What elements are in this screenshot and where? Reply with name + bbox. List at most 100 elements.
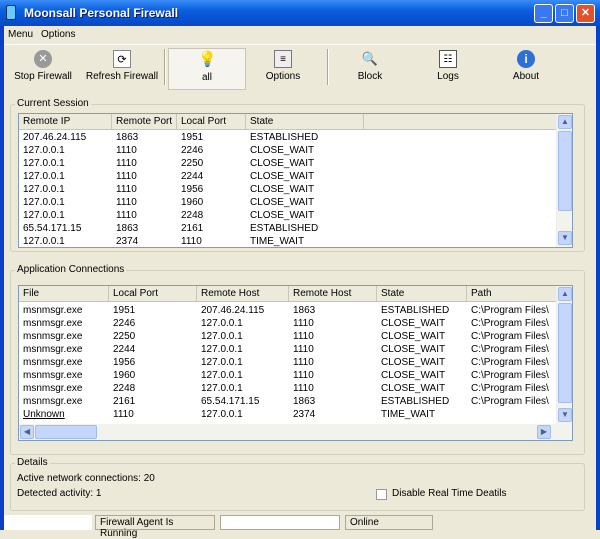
about-button[interactable]: i About xyxy=(506,48,546,90)
column-header[interactable]: Path xyxy=(467,286,557,302)
options-button[interactable]: ≡ Options xyxy=(254,48,312,90)
stop-firewall-button[interactable]: ✕ Stop Firewall xyxy=(8,48,78,90)
table-cell: CLOSE_WAIT xyxy=(250,171,315,182)
table-cell: CLOSE_WAIT xyxy=(250,210,315,221)
table-row[interactable]: 127.0.0.1 1110 1960 CLOSE_WAIT xyxy=(19,197,555,210)
table-cell: C:\Program Files\ xyxy=(471,305,549,316)
table-cell: CLOSE_WAIT xyxy=(381,344,446,355)
toolbar: ✕ Stop Firewall ⟳ Refresh Firewall 💡 all ≡ O… xyxy=(4,44,596,90)
column-header[interactable] xyxy=(364,114,557,130)
table-cell: 1110 xyxy=(293,383,314,394)
table-row[interactable]: msnmsgr.exe 2161 65.54.171.15 1863 ESTABLISH… xyxy=(19,396,555,409)
table-row[interactable]: 65.54.171.15 1863 2161 ESTABLISHED xyxy=(19,223,555,236)
lightbulb-icon: 💡 xyxy=(198,51,217,68)
table-cell: 1863 xyxy=(293,305,316,316)
maximize-button[interactable]: □ xyxy=(555,4,574,23)
column-header[interactable]: State xyxy=(377,286,467,302)
table-cell: TIME_WAIT xyxy=(250,236,305,247)
table-cell: 1110 xyxy=(293,344,314,355)
table-cell: 1110 xyxy=(293,370,314,381)
vertical-scrollbar[interactable]: ▲ ▼ xyxy=(556,114,572,247)
block-button[interactable]: 🔍 Block xyxy=(348,48,392,90)
table-row[interactable]: 127.0.0.1 2374 1110 TIME_WAIT xyxy=(19,236,555,247)
table-row[interactable]: 127.0.0.1 1110 1956 CLOSE_WAIT xyxy=(19,184,555,197)
table-cell: 2161 xyxy=(181,223,204,234)
disable-realtime-checkbox[interactable] xyxy=(376,489,387,500)
table-row[interactable]: 127.0.0.1 1110 2246 CLOSE_WAIT xyxy=(19,145,555,158)
table-cell: msnmsgr.exe xyxy=(23,305,83,316)
current-session-list[interactable]: Remote IP Remote Port Local Port State 207.… xyxy=(18,113,573,248)
scroll-up-button[interactable]: ▲ xyxy=(558,115,572,129)
column-header[interactable]: Remote Host xyxy=(289,286,377,302)
table-row[interactable]: 127.0.0.1 1110 2244 CLOSE_WAIT xyxy=(19,171,555,184)
table-row[interactable]: 207.46.24.115 1863 1951 ESTABLISHED xyxy=(19,132,555,145)
table-row[interactable]: msnmsgr.exe 2244 127.0.0.1 1110 CLOSE_WAIT C:… xyxy=(19,344,555,357)
table-cell: CLOSE_WAIT xyxy=(381,318,446,329)
table-cell: 127.0.0.1 xyxy=(23,145,65,156)
table-row[interactable]: msnmsgr.exe 2246 127.0.0.1 1110 CLOSE_WAIT C:… xyxy=(19,318,555,331)
table-cell: 65.54.171.15 xyxy=(201,396,260,407)
status-panel-blank xyxy=(4,515,92,530)
table-cell: ESTABLISHED xyxy=(381,305,450,316)
scroll-right-button[interactable]: ▶ xyxy=(537,425,551,439)
scroll-down-button[interactable]: ▼ xyxy=(558,408,572,422)
table-cell: 127.0.0.1 xyxy=(23,158,65,169)
table-cell: 1110 xyxy=(116,210,137,221)
scroll-thumb[interactable] xyxy=(558,131,572,211)
table-row[interactable]: 127.0.0.1 1110 2250 CLOSE_WAIT xyxy=(19,158,555,171)
column-header[interactable]: Remote IP xyxy=(19,114,112,130)
table-cell: 2161 xyxy=(113,396,136,407)
column-header[interactable]: Local Port xyxy=(109,286,197,302)
column-header[interactable]: Remote Port xyxy=(112,114,177,130)
table-cell: C:\Program Files\ xyxy=(471,370,549,381)
table-cell: ESTABLISHED xyxy=(250,223,319,234)
logs-button[interactable]: ☷ Logs xyxy=(428,48,468,90)
table-row[interactable]: Unknown 1110 127.0.0.1 2374 TIME_WAIT xyxy=(19,409,555,422)
column-header[interactable]: Remote Host xyxy=(197,286,289,302)
table-cell: 2374 xyxy=(293,409,316,420)
table-cell: 127.0.0.1 xyxy=(23,184,65,195)
status-agent: Firewall Agent Is Running xyxy=(95,515,215,539)
table-row[interactable]: msnmsgr.exe 1956 127.0.0.1 1110 CLOSE_WAIT C:… xyxy=(19,357,555,370)
refresh-firewall-button[interactable]: ⟳ Refresh Firewall xyxy=(82,48,162,90)
close-button[interactable]: ✕ xyxy=(576,4,595,23)
table-cell: 1110 xyxy=(116,171,137,182)
hscroll-thumb[interactable] xyxy=(35,425,97,439)
horizontal-scrollbar[interactable]: ◀ ▶ xyxy=(19,424,572,440)
column-header[interactable]: State xyxy=(246,114,364,130)
table-cell: 127.0.0.1 xyxy=(201,409,243,420)
all-button[interactable]: 💡 all xyxy=(168,48,246,90)
application-connections-list[interactable]: File Local Port Remote Host Remote Host Stat… xyxy=(18,285,573,441)
title-bar: Moonsall Personal Firewall _ □ ✕ xyxy=(0,0,600,26)
vertical-scrollbar[interactable]: ▲ ▼ xyxy=(556,286,572,424)
column-header[interactable]: Local Port xyxy=(177,114,246,130)
table-cell: 2244 xyxy=(181,171,204,182)
table-cell: CLOSE_WAIT xyxy=(250,197,315,208)
table-row[interactable]: 127.0.0.1 1110 2248 CLOSE_WAIT xyxy=(19,210,555,223)
minimize-button[interactable]: _ xyxy=(534,4,553,23)
table-row[interactable]: msnmsgr.exe 2248 127.0.0.1 1110 CLOSE_WAIT C:… xyxy=(19,383,555,396)
list-header: Remote IP Remote Port Local Port State xyxy=(19,114,557,130)
menu-options[interactable]: Options xyxy=(37,26,79,43)
table-row[interactable]: msnmsgr.exe 1960 127.0.0.1 1110 CLOSE_WAIT C:… xyxy=(19,370,555,383)
table-cell: 127.0.0.1 xyxy=(201,331,243,342)
table-cell: 1110 xyxy=(293,357,314,368)
menu-menu[interactable]: Menu xyxy=(4,26,37,43)
table-cell: Unknown xyxy=(23,409,65,420)
table-cell: 1956 xyxy=(181,184,204,195)
scroll-up-button[interactable]: ▲ xyxy=(558,287,572,301)
toolbar-separator xyxy=(164,49,166,85)
column-header[interactable]: File xyxy=(19,286,109,302)
scroll-thumb[interactable] xyxy=(558,303,572,403)
scroll-left-button[interactable]: ◀ xyxy=(20,425,34,439)
scroll-down-button[interactable]: ▼ xyxy=(558,231,572,245)
table-row[interactable]: msnmsgr.exe 1951 207.46.24.115 1863 ESTABLIS… xyxy=(19,305,555,318)
table-cell: C:\Program Files\ xyxy=(471,331,549,342)
table-row[interactable]: msnmsgr.exe 2250 127.0.0.1 1110 CLOSE_WAIT C:… xyxy=(19,331,555,344)
table-cell: 2246 xyxy=(181,145,204,156)
table-cell: 2250 xyxy=(113,331,136,342)
table-cell: 207.46.24.115 xyxy=(201,305,265,316)
details-label: Details xyxy=(15,457,50,468)
table-cell: CLOSE_WAIT xyxy=(250,145,315,156)
current-session-label: Current Session xyxy=(15,98,91,109)
